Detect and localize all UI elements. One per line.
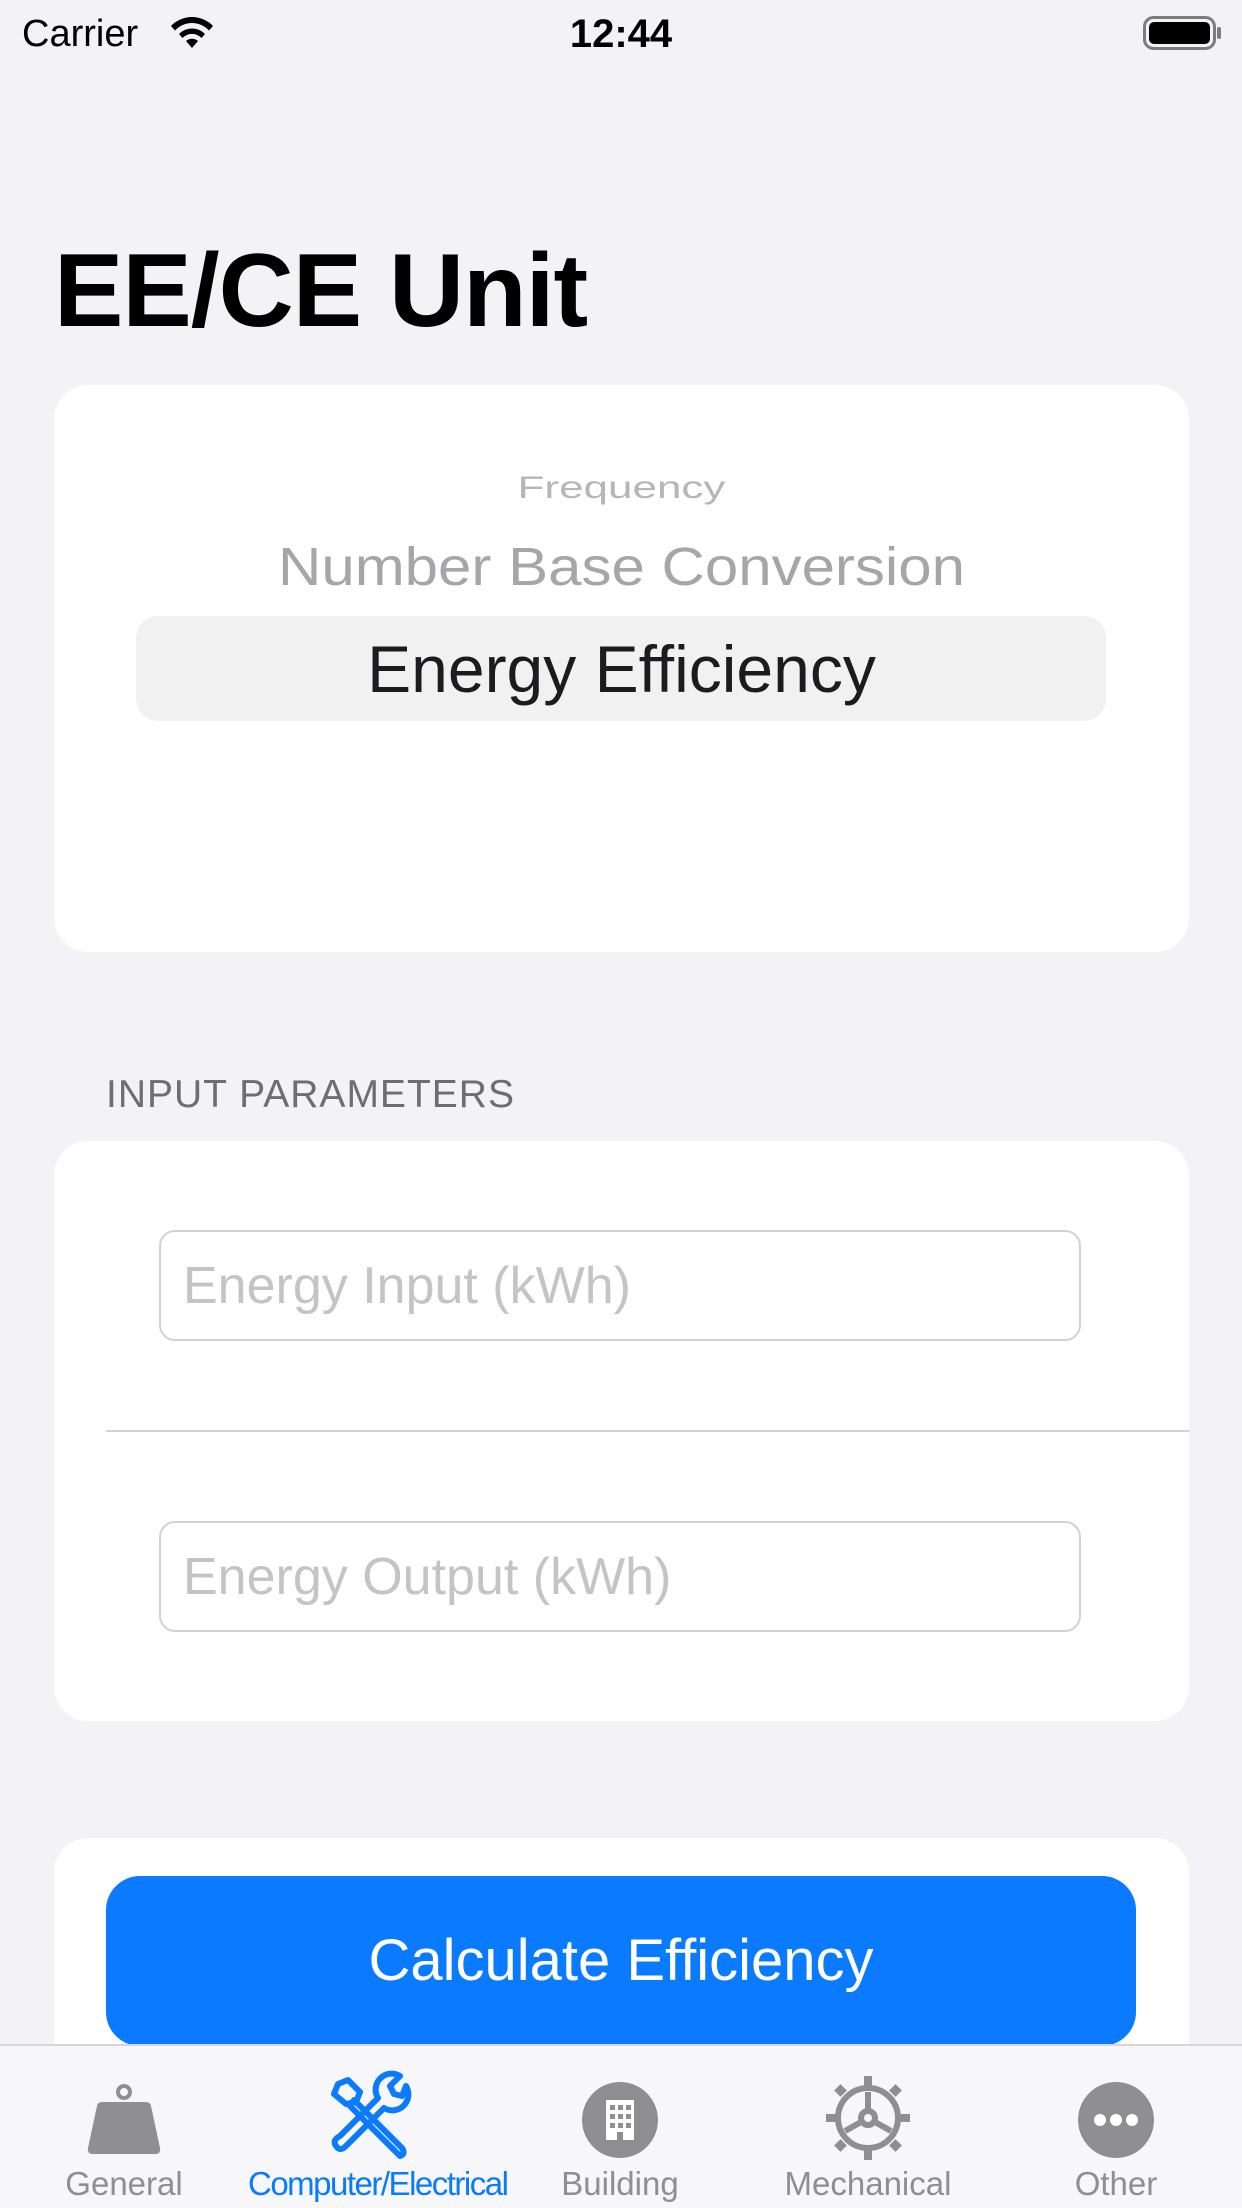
tab-label-building: Building bbox=[561, 2165, 679, 2202]
tab-label-other: Other bbox=[1074, 2165, 1158, 2202]
page-title: EE/CE Unit bbox=[54, 233, 588, 349]
tools-icon bbox=[331, 2070, 412, 2159]
weight-icon bbox=[87, 2084, 161, 2154]
status-bar: Carrier 12:44 bbox=[0, 0, 1242, 68]
tab-building[interactable]: Building bbox=[496, 2046, 744, 2208]
tab-general[interactable]: General bbox=[0, 2046, 248, 2208]
picker-option-energy-efficiency[interactable]: Energy Efficiency bbox=[54, 630, 1189, 708]
tab-bar: General Computer/Electrical Building Mec… bbox=[0, 2044, 1242, 2208]
picker-option-frequency[interactable]: Frequency bbox=[54, 469, 1189, 506]
row-divider bbox=[106, 1430, 1189, 1432]
app-screen: Carrier 12:44 EE/CE Unit Frequency Numbe… bbox=[0, 0, 1242, 2208]
energy-input-field[interactable] bbox=[159, 1230, 1081, 1341]
gear-icon bbox=[826, 2076, 910, 2160]
tab-label-mechanical: Mechanical bbox=[784, 2165, 952, 2202]
tab-mechanical[interactable]: Mechanical bbox=[744, 2046, 992, 2208]
calculate-efficiency-button[interactable]: Calculate Efficiency bbox=[106, 1876, 1136, 2046]
tab-computer-electrical[interactable]: Computer/Electrical bbox=[248, 2046, 509, 2208]
input-parameters-header: INPUT PARAMETERS bbox=[106, 1073, 515, 1116]
energy-output-field[interactable] bbox=[159, 1521, 1081, 1632]
ellipsis-icon bbox=[1078, 2082, 1154, 2158]
battery-icon bbox=[1143, 16, 1221, 50]
tab-label-computer-electrical: Computer/Electrical bbox=[248, 2165, 509, 2202]
status-time: 12:44 bbox=[569, 12, 673, 56]
tab-label-general: General bbox=[65, 2165, 183, 2202]
picker-option-number-base-conversion[interactable]: Number Base Conversion bbox=[54, 536, 1189, 599]
building-icon bbox=[582, 2082, 658, 2158]
tab-other[interactable]: Other bbox=[992, 2046, 1240, 2208]
